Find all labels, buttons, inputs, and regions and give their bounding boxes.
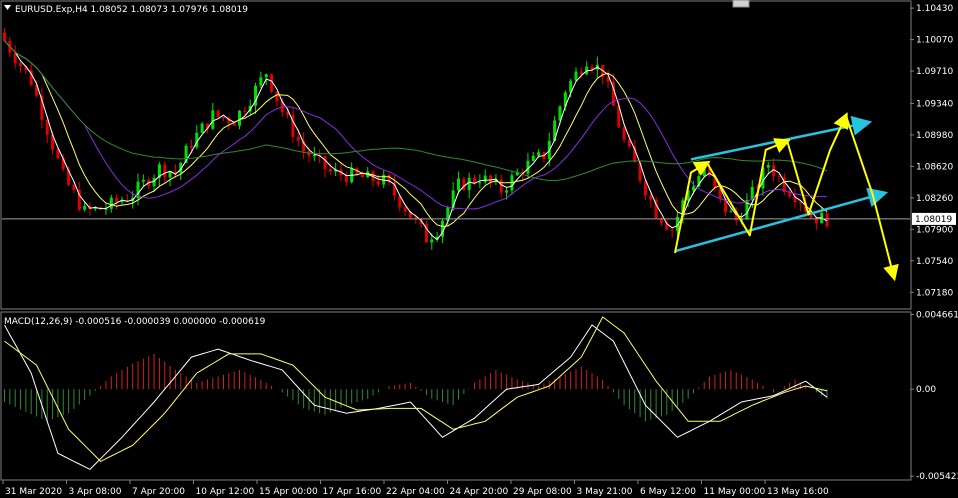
candle-body (83, 205, 87, 210)
candle-body (168, 171, 172, 178)
candle-body (259, 77, 263, 86)
time-tick-label: 29 Apr 08:00 (513, 487, 572, 497)
price-tick-label: 1.10070 (916, 36, 953, 46)
candle-body (211, 110, 215, 129)
candle-body (19, 63, 23, 67)
candle-body (729, 211, 733, 213)
candle-body (473, 177, 477, 183)
candle-body (467, 177, 471, 190)
price-tick-label: 1.08980 (916, 131, 953, 141)
price-tick-label: 1.09710 (916, 67, 953, 77)
candle-body (457, 178, 460, 191)
macd-info: MACD(12,26,9) -0.000516 -0.000039 0.0000… (4, 317, 266, 327)
candle-body (56, 149, 60, 159)
candle-body (537, 152, 541, 156)
price-tick-label: 1.08260 (916, 194, 953, 204)
candle-body (243, 110, 247, 112)
candle-body (798, 202, 802, 204)
candle-body (323, 156, 327, 170)
candle-body (478, 182, 482, 184)
window-restore-icon[interactable] (732, 0, 750, 8)
candle-body (531, 155, 535, 161)
candle-body (109, 197, 113, 209)
price-tick-label: 1.08620 (916, 162, 953, 172)
candle-body (622, 127, 626, 140)
candle-body (430, 239, 434, 243)
time-tick-label: 15 Apr 00:00 (259, 487, 318, 497)
candle-body (312, 154, 316, 157)
candle-body (376, 181, 380, 185)
time-tick-label: 24 Apr 20:00 (450, 487, 509, 497)
macd-tick-label: 0.00 (916, 385, 936, 395)
candle-body (462, 178, 466, 190)
candle-body (72, 184, 76, 191)
candle-body (489, 175, 493, 183)
candle-body (216, 110, 220, 117)
time-tick-label: 13 May 16:00 (767, 487, 829, 497)
candle-body (264, 74, 268, 78)
candle-body (692, 186, 696, 191)
macd-tick-label: -0.005423 (916, 472, 958, 482)
candle-body (141, 179, 145, 182)
candle-body (403, 207, 407, 212)
time-tick-label: 10 Apr 12:00 (196, 487, 255, 497)
candle-body (483, 175, 487, 183)
candle-body (766, 165, 770, 168)
time-tick-label: 6 May 12:00 (640, 487, 696, 497)
price-tick-label: 1.09340 (916, 99, 953, 109)
candle-body (777, 176, 781, 178)
symbol-info: EURUSD.Exp,H4 1.08052 1.08073 1.07976 1.… (15, 5, 248, 15)
symbol-header: EURUSD.Exp,H4 1.08052 1.08073 1.07976 1.… (4, 5, 248, 15)
price-tick-label: 1.07900 (916, 225, 953, 235)
candle-body (702, 168, 706, 177)
price-tick-label: 1.07540 (916, 257, 953, 267)
candle-body (360, 174, 364, 178)
candle-body (328, 169, 332, 172)
window-icon[interactable] (732, 0, 750, 8)
candle-body (307, 151, 311, 157)
candle-body (238, 110, 242, 126)
candle-body (825, 213, 829, 227)
time-tick-label: 11 May 00:00 (704, 487, 766, 497)
candle-body (163, 164, 167, 178)
time-tick-label: 22 Apr 04:00 (386, 487, 445, 497)
candle-body (221, 116, 225, 119)
candle-body (649, 195, 653, 200)
price-tick-label: 1.07180 (916, 288, 953, 298)
time-tick-label: 31 Mar 2020 (5, 487, 62, 497)
candle-body (189, 145, 193, 148)
time-tick-label: 17 Apr 16:00 (323, 487, 382, 497)
candle-body (3, 32, 6, 41)
time-tick-label: 3 Apr 08:00 (69, 487, 122, 497)
candle-body (115, 197, 119, 203)
price-tick-label: 1.10430 (916, 4, 953, 14)
candle-body (344, 175, 348, 183)
current-price-label: 1.08019 (915, 215, 952, 225)
macd-tick-label: 0.004661 (916, 310, 958, 320)
candle-body (670, 229, 674, 231)
candle-body (505, 190, 509, 193)
time-tick-label: 7 Apr 20:00 (132, 487, 185, 497)
candle-body (275, 91, 279, 102)
trading-chart[interactable]: 1.10430 1.10070 1.09710 1.09340 1.08980 1.086… (0, 0, 958, 498)
candle-body (232, 123, 236, 126)
candle-body (296, 136, 300, 141)
candle-body (574, 71, 578, 81)
candle-body (499, 179, 503, 193)
candle-body (200, 123, 204, 133)
time-tick-label: 3 May 21:00 (577, 487, 633, 497)
